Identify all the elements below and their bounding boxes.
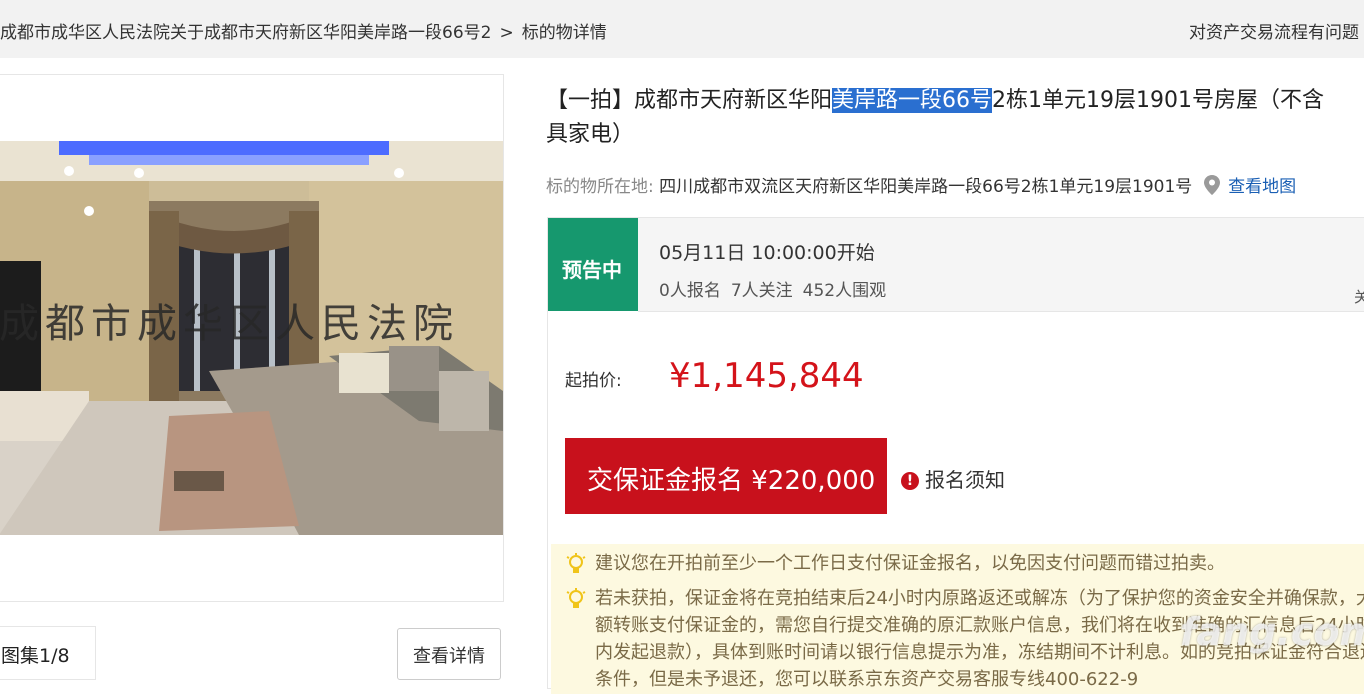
title-line2: 具家电）	[546, 122, 635, 147]
tip-text: 建议您在开拍前至少一个工作日支付保证金报名，以免因支付问题而错过拍卖。	[595, 553, 1225, 574]
site-watermark: fang.com	[1180, 610, 1364, 654]
start-time: 05月11日 10:00:00开始	[659, 242, 875, 264]
lightbulb-icon	[566, 588, 586, 608]
court-watermark: 成都市成华区人民法院	[0, 301, 459, 347]
pay-deposit-label: 交保证金报名 ¥220,000	[587, 466, 876, 496]
album-label: 图集1/8	[1, 645, 70, 667]
breadcrumb-separator: >	[499, 23, 514, 43]
follower-count: 7人关注	[730, 281, 793, 301]
location-label: 标的物所在地:	[546, 177, 654, 197]
title-prefix: 【一拍】成都市天府新区华阳	[546, 88, 833, 113]
location-value: 四川成都市双流区天府新区华阳美岸路一段66号2栋1单元19层1901号	[659, 177, 1193, 197]
view-details-button[interactable]: 查看详情	[397, 628, 501, 680]
exclamation-circle-icon: !	[901, 472, 919, 490]
status-label: 预告中	[562, 258, 622, 282]
breadcrumb-parent-link[interactable]: 成都市成华区人民法院关于成都市天府新区华阳美岸路一段66号2	[0, 23, 491, 43]
item-title: 【一拍】成都市天府新区华阳美岸路一段66号2栋1单元19层1901号房屋（不含 …	[546, 84, 1364, 152]
title-highlight: 美岸路一段66号	[832, 88, 993, 113]
album-counter[interactable]: 图集1/8	[0, 626, 96, 680]
help-link[interactable]: 对资产交易流程有问题	[1189, 18, 1359, 43]
signup-notice-link[interactable]: ! 报名须知	[901, 464, 1005, 493]
view-map-link[interactable]: 查看地图	[1228, 177, 1296, 197]
breadcrumb: 成都市成华区人民法院关于成都市天府新区华阳美岸路一段66号2 > 标的物详情	[0, 18, 607, 43]
view-details-label: 查看详情	[413, 646, 485, 667]
pay-deposit-signup-button[interactable]: 交保证金报名 ¥220,000	[565, 438, 887, 514]
signup-count: 0人报名	[659, 281, 721, 301]
viewer-count: 452人围观	[802, 281, 887, 301]
lightbulb-icon	[566, 553, 586, 573]
breadcrumb-current: 标的物详情	[521, 23, 607, 43]
starting-price-value: ¥1,145,844	[669, 356, 864, 396]
item-location: 标的物所在地: 四川成都市双流区天府新区华阳美岸路一段66号2栋1单元19层19…	[546, 172, 1296, 197]
notice-label: 报名须知	[925, 468, 1005, 492]
starting-price-label: 起拍价:	[565, 371, 622, 391]
follow-link-partial[interactable]: 关	[1354, 286, 1364, 307]
property-photo[interactable]: 成都市成华区人民法院	[0, 141, 503, 535]
map-pin-icon	[1203, 175, 1220, 195]
image-gallery: 成都市成华区人民法院	[0, 74, 504, 602]
top-bar: 成都市成华区人民法院关于成都市天府新区华阳美岸路一段66号2 > 标的物详情 对资产…	[0, 0, 1364, 58]
title-suffix: 2栋1单元19层1901号房屋（不含	[992, 88, 1324, 113]
status-badge: 预告中	[548, 218, 638, 311]
auction-counts: 0人报名 7人关注 452人围观	[659, 276, 896, 301]
status-strip: 05月11日 10:00:00开始 0人报名 7人关注 452人围观 关	[638, 218, 1364, 312]
